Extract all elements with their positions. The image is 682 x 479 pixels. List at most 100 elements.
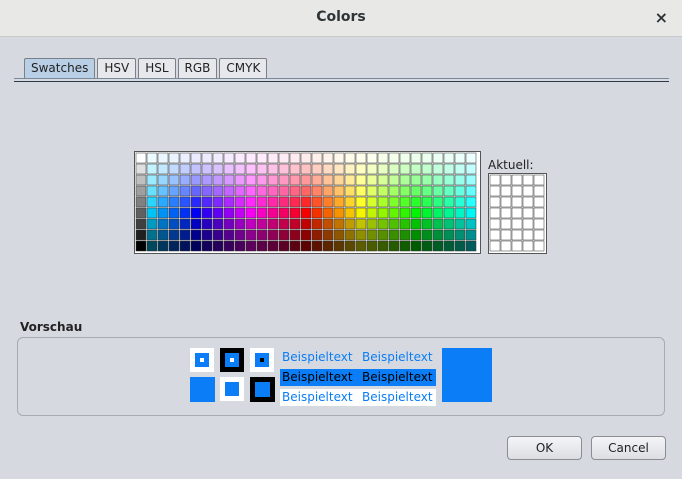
swatch-cell[interactable] (355, 174, 367, 186)
swatch-cell[interactable] (454, 240, 466, 252)
recent-swatch-cell[interactable] (533, 196, 545, 208)
swatch-cell[interactable] (201, 185, 213, 197)
swatch-cell[interactable] (333, 229, 345, 241)
swatch-cell[interactable] (146, 229, 158, 241)
recent-swatch-cell[interactable] (522, 218, 534, 230)
swatch-cell[interactable] (179, 218, 191, 230)
recent-swatch-cell[interactable] (511, 218, 523, 230)
swatch-cell[interactable] (157, 218, 169, 230)
recent-swatch-cell[interactable] (500, 240, 512, 252)
swatch-cell[interactable] (300, 185, 312, 197)
swatch-cell[interactable] (179, 152, 191, 164)
swatch-cell[interactable] (333, 152, 345, 164)
swatch-cell[interactable] (399, 240, 411, 252)
swatch-cell[interactable] (421, 229, 433, 241)
swatch-cell[interactable] (465, 196, 477, 208)
swatch-cell[interactable] (432, 229, 444, 241)
swatch-cell[interactable] (399, 174, 411, 186)
swatch-cell[interactable] (278, 218, 290, 230)
swatch-cell[interactable] (135, 218, 147, 230)
swatch-cell[interactable] (289, 152, 301, 164)
swatch-cell[interactable] (410, 174, 422, 186)
swatch-cell[interactable] (234, 185, 246, 197)
swatch-cell[interactable] (355, 196, 367, 208)
swatch-cell[interactable] (421, 163, 433, 175)
swatch-cell[interactable] (454, 218, 466, 230)
swatch-cell[interactable] (201, 196, 213, 208)
swatch-cell[interactable] (465, 218, 477, 230)
swatch-cell[interactable] (399, 163, 411, 175)
swatch-cell[interactable] (201, 218, 213, 230)
tab-hsl[interactable]: HSL (138, 58, 176, 78)
swatch-cell[interactable] (146, 218, 158, 230)
swatch-cell[interactable] (179, 240, 191, 252)
swatch-cell[interactable] (168, 207, 180, 219)
swatch-cell[interactable] (432, 152, 444, 164)
swatch-cell[interactable] (267, 229, 279, 241)
swatch-cell[interactable] (454, 185, 466, 197)
swatch-cell[interactable] (146, 185, 158, 197)
swatch-cell[interactable] (223, 163, 235, 175)
swatch-cell[interactable] (410, 163, 422, 175)
swatch-cell[interactable] (157, 229, 169, 241)
swatch-cell[interactable] (135, 185, 147, 197)
swatch-cell[interactable] (190, 240, 202, 252)
swatch-cell[interactable] (168, 163, 180, 175)
swatch-palette[interactable] (134, 151, 481, 254)
recent-swatch-cell[interactable] (511, 207, 523, 219)
recent-swatch-cell[interactable] (489, 185, 501, 197)
swatch-cell[interactable] (212, 185, 224, 197)
swatch-cell[interactable] (300, 240, 312, 252)
recent-swatch-cell[interactable] (489, 207, 501, 219)
swatch-cell[interactable] (179, 174, 191, 186)
swatch-cell[interactable] (157, 174, 169, 186)
swatch-cell[interactable] (267, 152, 279, 164)
swatch-cell[interactable] (322, 174, 334, 186)
swatch-cell[interactable] (300, 229, 312, 241)
swatch-cell[interactable] (157, 240, 169, 252)
swatch-cell[interactable] (256, 152, 268, 164)
cancel-button[interactable]: Cancel (591, 436, 666, 460)
swatch-cell[interactable] (135, 152, 147, 164)
swatch-cell[interactable] (454, 174, 466, 186)
swatch-cell[interactable] (399, 229, 411, 241)
swatch-cell[interactable] (410, 207, 422, 219)
swatch-cell[interactable] (465, 174, 477, 186)
swatch-cell[interactable] (146, 240, 158, 252)
swatch-cell[interactable] (135, 229, 147, 241)
recent-swatch-cell[interactable] (500, 196, 512, 208)
recent-swatch-cell[interactable] (500, 185, 512, 197)
swatch-cell[interactable] (355, 163, 367, 175)
swatch-cell[interactable] (190, 174, 202, 186)
swatch-cell[interactable] (366, 240, 378, 252)
recent-swatch-cell[interactable] (489, 218, 501, 230)
swatch-cell[interactable] (443, 207, 455, 219)
recent-swatch-cell[interactable] (533, 229, 545, 241)
swatch-cell[interactable] (355, 218, 367, 230)
swatch-cell[interactable] (322, 163, 334, 175)
swatch-cell[interactable] (256, 174, 268, 186)
swatch-cell[interactable] (377, 240, 389, 252)
swatch-cell[interactable] (344, 174, 356, 186)
swatch-cell[interactable] (223, 218, 235, 230)
swatch-cell[interactable] (289, 240, 301, 252)
recent-swatch-cell[interactable] (522, 185, 534, 197)
swatch-cell[interactable] (355, 185, 367, 197)
swatch-cell[interactable] (443, 196, 455, 208)
swatch-cell[interactable] (201, 229, 213, 241)
swatch-cell[interactable] (267, 207, 279, 219)
swatch-cell[interactable] (344, 229, 356, 241)
swatch-cell[interactable] (234, 174, 246, 186)
recent-swatch-cell[interactable] (533, 240, 545, 252)
swatch-cell[interactable] (333, 196, 345, 208)
swatch-cell[interactable] (399, 152, 411, 164)
recent-swatch-cell[interactable] (522, 229, 534, 241)
swatch-cell[interactable] (212, 174, 224, 186)
swatch-cell[interactable] (146, 152, 158, 164)
swatch-cell[interactable] (432, 163, 444, 175)
recent-swatch-cell[interactable] (533, 174, 545, 186)
swatch-cell[interactable] (223, 207, 235, 219)
swatch-cell[interactable] (256, 163, 268, 175)
swatch-cell[interactable] (322, 229, 334, 241)
swatch-cell[interactable] (234, 163, 246, 175)
